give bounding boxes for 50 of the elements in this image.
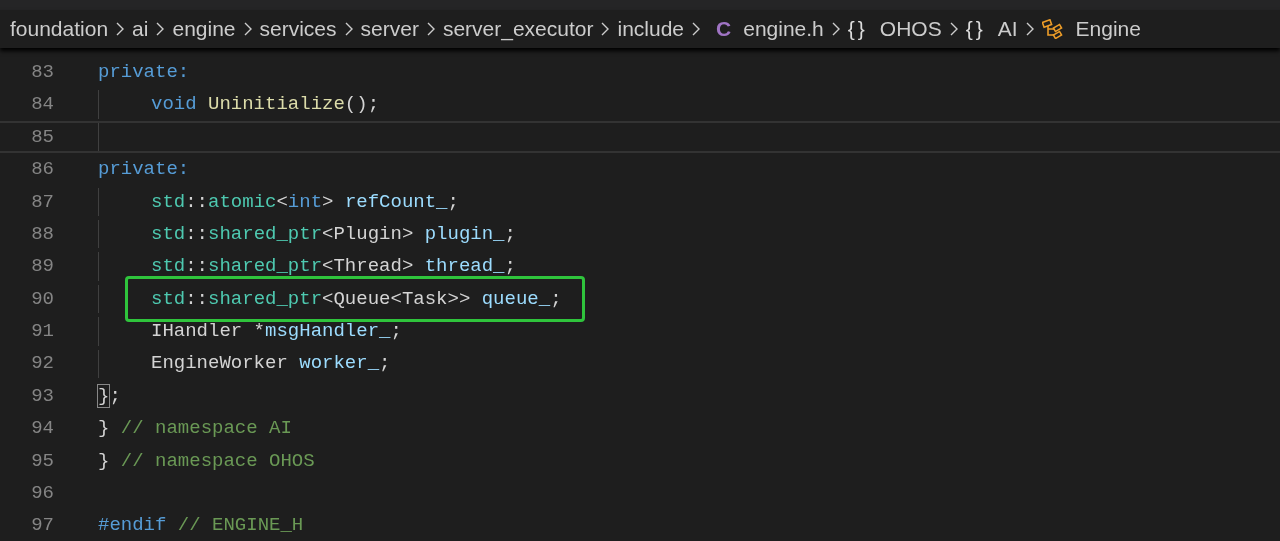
breadcrumb-item[interactable]: include (617, 13, 685, 45)
line-number: 89 (30, 254, 54, 280)
chevron-right-icon (155, 21, 166, 37)
line-number: 93 (30, 383, 54, 409)
line-number: 90 (30, 286, 54, 312)
chevron-right-icon (115, 21, 126, 37)
line-number: 83 (30, 59, 54, 85)
breadcrumb-item[interactable]: server (360, 13, 419, 45)
code-line: }; (98, 383, 121, 409)
chevron-right-icon (948, 21, 959, 37)
breadcrumb-item[interactable]: engine (172, 13, 236, 45)
code-line: std::atomic<int> refCount_; (151, 189, 459, 215)
line-number: 94 (30, 416, 54, 442)
breadcrumb-item[interactable]: engine.h (743, 13, 824, 45)
chevron-right-icon (691, 21, 702, 37)
code-line: } // namespace AI (98, 416, 292, 442)
c-file-icon: C (716, 13, 732, 45)
breadcrumb-item[interactable]: OHOS (879, 13, 942, 45)
line-number: 95 (30, 448, 54, 474)
line-number: 86 (30, 157, 54, 183)
braces-icon: {} (847, 13, 868, 45)
braces-icon: {} (965, 13, 986, 45)
breadcrumb-item[interactable]: server_executor (442, 13, 594, 45)
breadcrumb-item[interactable]: foundation (10, 13, 109, 45)
line-number: 97 (30, 513, 54, 539)
line-number: 88 (30, 221, 54, 247)
code-line: private: (98, 157, 190, 183)
code-line: std::shared_ptr<Plugin> plugin_; (151, 221, 516, 247)
line-number: 87 (30, 189, 54, 215)
line-number: 92 (30, 351, 54, 377)
breadcrumb-item[interactable]: ai (132, 13, 149, 45)
code-line: } // namespace OHOS (98, 448, 315, 474)
breadcrumb-item[interactable]: AI (997, 13, 1018, 45)
line-number: 85 (30, 124, 54, 150)
chevron-right-icon (1024, 21, 1035, 37)
code-line: #endif // ENGINE_H (98, 513, 304, 539)
chevron-right-icon (242, 21, 253, 37)
chevron-right-icon (600, 21, 611, 37)
line-number: 91 (30, 319, 54, 345)
breadcrumb-item[interactable]: services (259, 13, 337, 45)
chevron-right-icon (830, 21, 841, 37)
code-line: void Uninitialize(); (151, 92, 380, 118)
line-number: 96 (30, 481, 54, 507)
code-line: EngineWorker worker_; (151, 351, 391, 377)
chevron-right-icon (425, 21, 436, 37)
chevron-right-icon (343, 21, 354, 37)
line-number: 84 (30, 92, 54, 118)
code-line: private: (98, 59, 190, 85)
class-icon (1041, 19, 1064, 39)
breadcrumb-item[interactable]: Engine (1075, 13, 1141, 45)
